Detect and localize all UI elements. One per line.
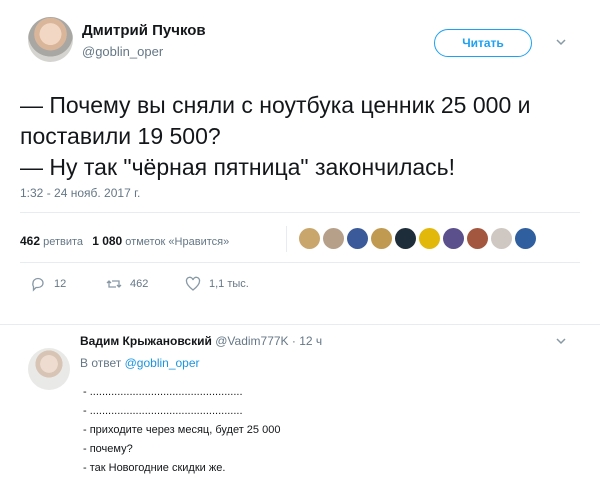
reply-icon [32, 277, 44, 292]
retweets-label[interactable]: ретвита [43, 236, 83, 248]
likes-count[interactable]: 1 080 [92, 234, 122, 248]
divider [20, 212, 580, 213]
like-count: 1,1 тыс. [209, 278, 249, 290]
likes-label[interactable]: отметок «Нравится» [125, 236, 229, 248]
liker-avatar[interactable] [323, 228, 344, 249]
reply-text-line: - ......................................… [83, 405, 243, 417]
reply-author-handle[interactable]: @Vadim777K [215, 334, 288, 348]
liker-avatar[interactable] [371, 228, 392, 249]
author-avatar[interactable] [28, 17, 73, 62]
reply-text: - ......................................… [83, 383, 280, 478]
reply-text-line: - ......................................… [83, 386, 243, 398]
retweet-count: 462 [130, 278, 149, 290]
heart-icon [185, 276, 201, 291]
reply-count: 12 [54, 278, 67, 290]
author-name[interactable]: Дмитрий Пучков [82, 22, 206, 39]
reply-time[interactable]: · 12 ч [292, 334, 322, 348]
reply-action[interactable]: 12 [30, 276, 66, 292]
liker-avatar[interactable] [515, 228, 536, 249]
reply-author-avatar[interactable] [28, 348, 70, 390]
tweet-timestamp[interactable]: 1:32 - 24 нояб. 2017 г. [20, 186, 140, 200]
reply-author-name[interactable]: Вадим Крыжановский [80, 334, 212, 348]
divider [286, 226, 287, 252]
reply-text-line: - приходите через месяц, будет 25 000 [83, 424, 281, 436]
reply-text-line: - так Новогодние скидки же. [83, 462, 226, 474]
follow-button[interactable]: Читать [434, 29, 532, 57]
liker-avatar[interactable] [443, 228, 464, 249]
retweets-count[interactable]: 462 [20, 234, 40, 248]
reply-to-handle[interactable]: @goblin_oper [125, 356, 200, 370]
divider [20, 262, 580, 263]
author-handle[interactable]: @goblin_oper [82, 44, 163, 59]
reply-text-line: - почему? [83, 443, 133, 455]
liker-avatar[interactable] [491, 228, 512, 249]
chevron-down-icon[interactable] [556, 37, 566, 47]
liker-avatar[interactable] [467, 228, 488, 249]
reply-to-prefix: В ответ [80, 356, 122, 370]
reply-header: Вадим Крыжановский @Vadim777K · 12 ч [80, 334, 322, 348]
reply-to: В ответ @goblin_oper [80, 356, 200, 370]
tweet-text: — Почему вы сняли с ноутбука ценник 25 0… [20, 90, 580, 183]
liker-avatar[interactable] [419, 228, 440, 249]
chevron-down-icon[interactable] [556, 336, 566, 346]
thread-divider [0, 324, 600, 325]
tweet-text-line: — Ну так "чёрная пятница" закончилась! [20, 154, 456, 180]
retweet-action[interactable]: 462 [106, 276, 148, 292]
liker-avatar[interactable] [395, 228, 416, 249]
retweet-icon [106, 280, 122, 288]
like-action[interactable]: 1,1 тыс. [185, 276, 249, 292]
liker-avatar[interactable] [347, 228, 368, 249]
liker-avatar[interactable] [299, 228, 320, 249]
tweet-stats: 462 ретвита 1 080 отметок «Нравится» [20, 234, 229, 248]
tweet-text-line: — Почему вы сняли с ноутбука ценник 25 0… [20, 92, 531, 149]
